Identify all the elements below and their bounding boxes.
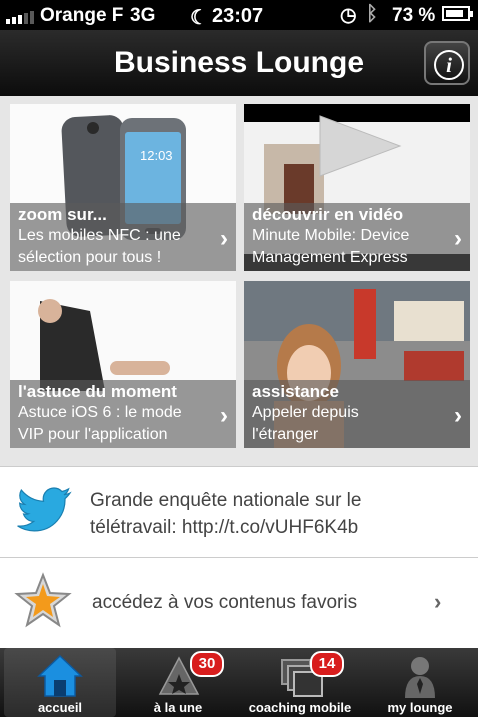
tile-tip[interactable]: l'astuce du moment Astuce iOS 6 : le mod…	[10, 281, 236, 448]
bluetooth-icon: ᛒ	[366, 3, 378, 25]
tile-caption: l'astuce du moment Astuce iOS 6 : le mod…	[10, 380, 236, 448]
tile-title: découvrir en vidéo	[252, 205, 404, 224]
tile-caption: découvrir en vidéo Minute Mobile: Device…	[244, 203, 470, 271]
nav-header: Business Lounge i	[0, 30, 478, 97]
alarm-icon: ◷	[340, 5, 357, 26]
network-type: 3G	[130, 5, 156, 26]
tile-desc-line1: Astuce iOS 6 : le mode	[18, 404, 182, 421]
signal-strength-icon	[6, 11, 34, 24]
favorites-item[interactable]: accédez à vos contenus favoris ›	[0, 558, 478, 648]
tweet-line2: télétravail: http://t.co/vUHF6K4b	[90, 517, 359, 538]
tile-caption: zoom sur... Les mobiles NFC : une sélect…	[10, 203, 236, 271]
page-title: Business Lounge	[113, 46, 365, 79]
tile-desc-line1: Minute Mobile: Device	[252, 227, 410, 244]
info-button[interactable]: i	[424, 41, 470, 85]
chevron-right-icon: ›	[220, 402, 228, 429]
tile-desc-line2: l'étranger	[252, 426, 319, 443]
tile-caption: assistance Appeler depuis l'étranger ›	[244, 380, 470, 448]
tab-label: à la une	[153, 700, 203, 715]
moon-icon: ☾	[190, 7, 208, 29]
info-icon: i	[434, 50, 464, 80]
tile-title: l'astuce du moment	[18, 382, 177, 401]
tile-video[interactable]: découvrir en vidéo Minute Mobile: Device…	[244, 104, 470, 271]
tile-desc-line2: Management Express	[252, 249, 408, 266]
svg-text:12:03: 12:03	[140, 148, 173, 163]
person-icon	[405, 657, 435, 698]
tile-desc-line1: Appeler depuis	[252, 404, 359, 421]
tab-my-lounge[interactable]: my lounge	[364, 648, 476, 717]
notification-badge: 14	[310, 651, 344, 677]
featured-grid: 12:03 zoom sur... Les mobiles NFC : une …	[0, 96, 478, 466]
carrier-name: Orange F	[40, 5, 124, 26]
chevron-right-icon: ›	[434, 589, 442, 614]
battery-percent: 73 %	[392, 5, 436, 26]
tile-desc-line1: Les mobiles NFC : une	[18, 227, 181, 244]
tile-assistance[interactable]: assistance Appeler depuis l'étranger ›	[244, 281, 470, 448]
tile-desc-line2: sélection pour tous !	[18, 249, 162, 266]
chevron-right-icon: ›	[454, 402, 462, 429]
tab-label: coaching mobile	[248, 700, 352, 715]
tab-coaching-mobile[interactable]: 14 coaching mobile	[238, 648, 362, 717]
clock-time: 23:07	[212, 5, 264, 27]
tweet-item[interactable]: Grande enquête nationale sur le télétrav…	[0, 466, 478, 558]
tab-label: my lounge	[387, 700, 453, 715]
chevron-right-icon: ›	[454, 225, 462, 252]
chevron-right-icon: ›	[220, 225, 228, 252]
tweet-text: Grande enquête nationale sur le télétrav…	[90, 487, 460, 541]
tab-bar: accueil 30 à la une 14 coaching mobile m…	[0, 648, 478, 717]
twitter-bird-icon	[17, 487, 72, 532]
tweet-line1: Grande enquête nationale sur le	[90, 490, 362, 511]
tab-label: accueil	[37, 700, 83, 715]
tile-desc-line2: VIP pour l'application	[18, 426, 168, 443]
tile-zoom[interactable]: 12:03 zoom sur... Les mobiles NFC : une …	[10, 104, 236, 271]
status-bar: Orange F 3G ☾ 23:07 ◷ ᛒ 73 %	[0, 0, 478, 30]
battery-icon	[442, 6, 473, 21]
notification-badge: 30	[190, 651, 224, 677]
tile-title: zoom sur...	[18, 205, 107, 224]
tile-title: assistance	[252, 382, 339, 401]
home-icon	[37, 654, 83, 697]
favorites-label: accédez à vos contenus favoris	[92, 592, 358, 613]
tab-a-la-une[interactable]: 30 à la une	[120, 648, 236, 717]
star-icon	[14, 572, 72, 628]
tab-accueil[interactable]: accueil	[4, 648, 116, 717]
